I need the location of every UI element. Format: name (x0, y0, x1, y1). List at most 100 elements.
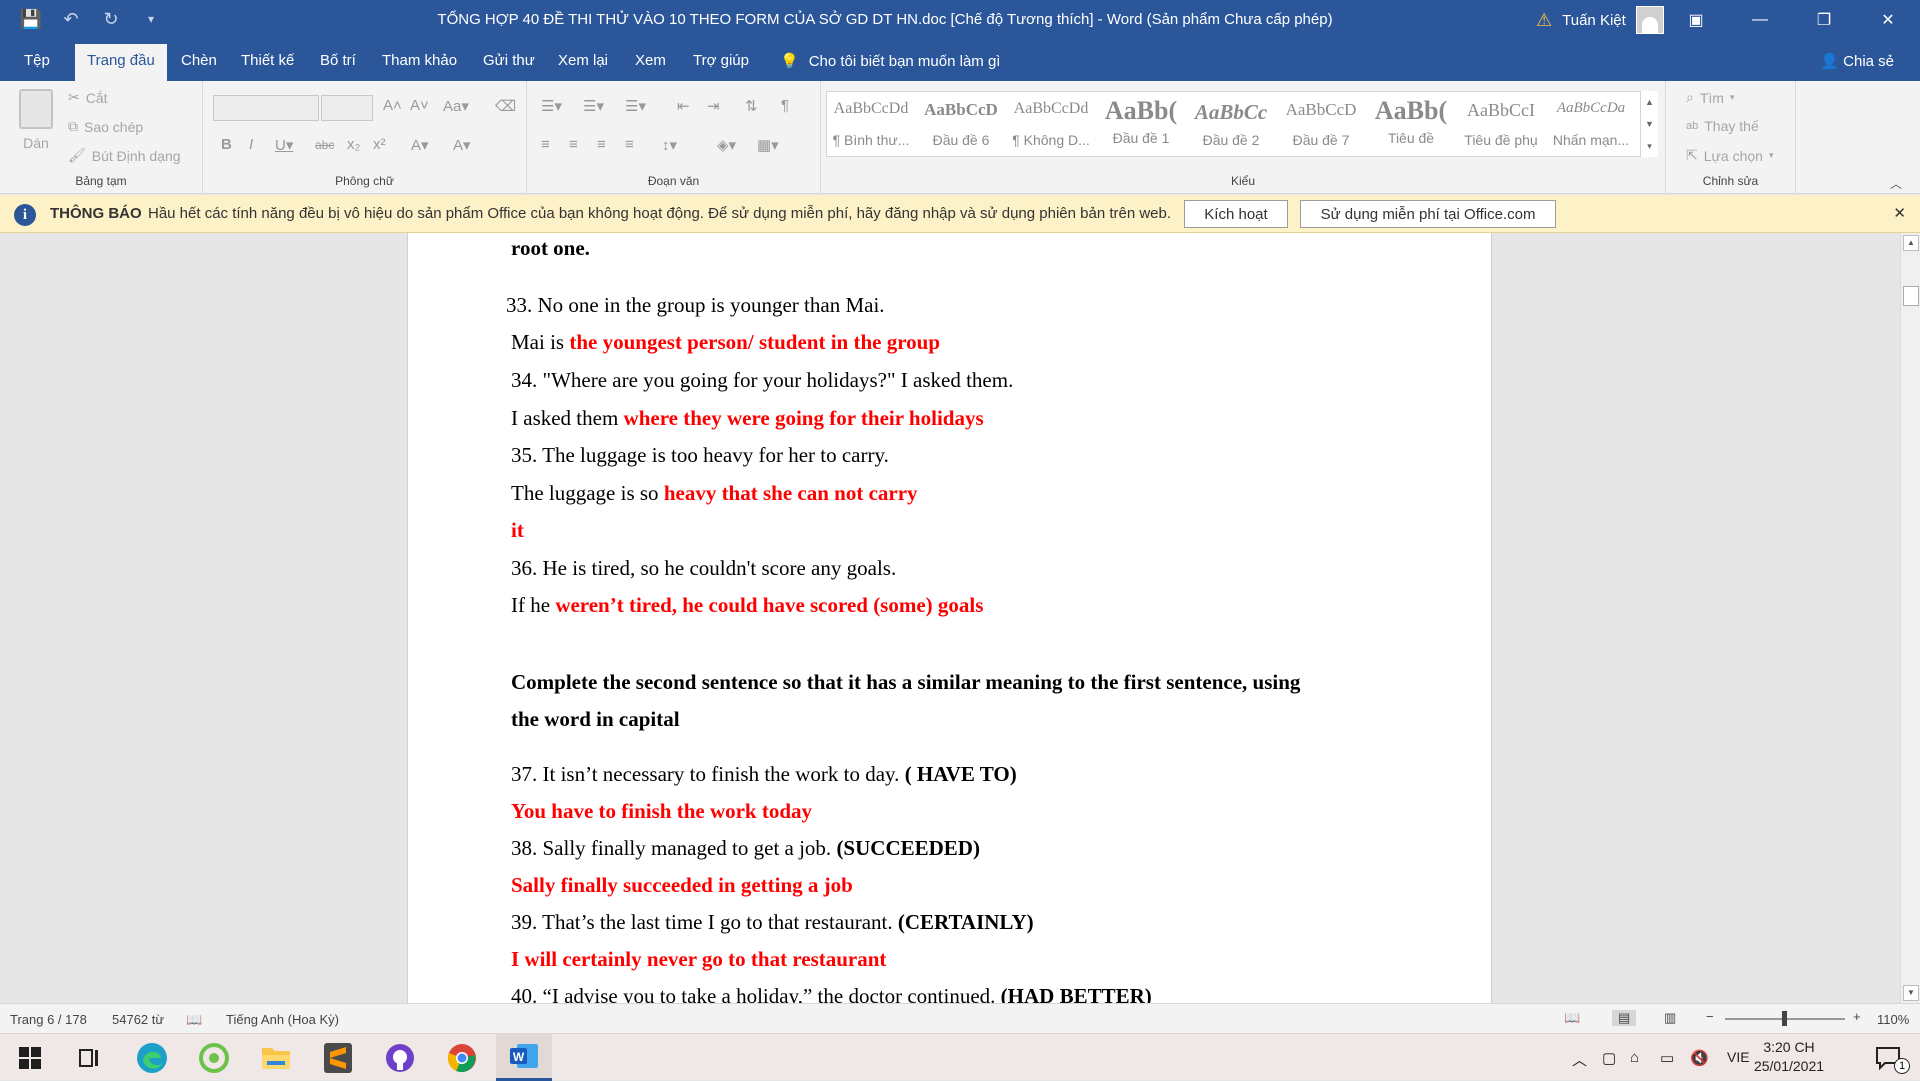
bullets-icon[interactable]: ☰▾ (541, 97, 562, 115)
style-heading-6[interactable]: AaBbCcD Đầu đề 6 (917, 92, 1005, 156)
align-left-icon[interactable]: ≡ (541, 136, 550, 153)
font-name-box[interactable] (213, 95, 319, 121)
read-mode-icon[interactable]: 📖 (1564, 1010, 1580, 1026)
proofing-icon[interactable]: 📖 (186, 1012, 202, 1028)
grow-font-icon[interactable]: A˄ (383, 97, 402, 114)
change-case-icon[interactable]: Aa▾ (443, 97, 469, 115)
github-icon[interactable] (372, 1034, 428, 1081)
tab-insert[interactable]: Chèn (181, 52, 217, 69)
collapse-ribbon-icon[interactable]: ︿ (1890, 175, 1902, 192)
tab-review[interactable]: Xem lại (558, 52, 608, 69)
close-button[interactable]: ✕ (1856, 0, 1920, 40)
align-right-icon[interactable]: ≡ (597, 136, 606, 153)
style-title[interactable]: AaBb(Tiêu đề (1367, 92, 1455, 156)
task-view-icon[interactable] (62, 1034, 118, 1081)
bold-icon[interactable]: B (221, 136, 232, 153)
file-explorer-icon[interactable] (248, 1034, 304, 1081)
tab-design[interactable]: Thiết kế (241, 52, 294, 69)
coccoc-browser-icon[interactable] (186, 1034, 242, 1081)
italic-icon[interactable]: I (249, 136, 253, 153)
superscript-icon[interactable]: x² (373, 136, 386, 153)
tab-layout[interactable]: Bố trí (320, 52, 356, 69)
style-subtitle[interactable]: AaBbCcI Tiêu đề phụ (1457, 92, 1545, 156)
tab-references[interactable]: Tham khảo (382, 52, 457, 69)
restore-button[interactable]: ❐ (1792, 0, 1856, 40)
tab-mailings[interactable]: Gửi thư (483, 52, 535, 69)
format-painter-button[interactable]: 🖌 Bút Định dạng (68, 147, 181, 164)
font-color-icon[interactable]: A▾ (453, 136, 471, 154)
vertical-scrollbar[interactable]: ▲ ▼ (1900, 233, 1920, 1003)
style-heading-1[interactable]: AaBb(Đầu đề 1 (1097, 92, 1185, 156)
style-no-spacing[interactable]: AaBbCcDd ¶ Không D... (1007, 92, 1095, 156)
align-center-icon[interactable]: ≡ (569, 136, 578, 153)
tab-home[interactable]: Trang đầu (75, 44, 167, 81)
battery-icon[interactable]: ▭ (1660, 1049, 1674, 1067)
zoom-out-icon[interactable]: − (1706, 1009, 1714, 1024)
multilevel-list-icon[interactable]: ☰▾ (625, 97, 646, 115)
chevron-up-icon[interactable]: ︿ (1572, 1049, 1587, 1070)
notification-center-icon[interactable]: 1 (1860, 1034, 1916, 1081)
styles-up-icon[interactable]: ▲ (1641, 91, 1658, 113)
line-spacing-icon[interactable]: ↕▾ (662, 136, 677, 154)
user-area[interactable]: ⚠ Tuấn Kiệt (1536, 6, 1664, 34)
input-language[interactable]: VIE (1727, 1049, 1750, 1065)
document-page[interactable]: root one. 33. No one in the group is you… (407, 233, 1492, 1003)
page-indicator[interactable]: Trang 6 / 178 (10, 1012, 87, 1027)
word-count[interactable]: 54762 từ (112, 1012, 164, 1027)
style-heading-7[interactable]: AaBbCcD Đầu đề 7 (1277, 92, 1365, 156)
word-taskbar-icon[interactable]: W (496, 1034, 552, 1081)
tab-file[interactable]: Tệp (24, 52, 50, 69)
print-layout-icon[interactable]: ▤ (1612, 1010, 1637, 1026)
increase-indent-icon[interactable]: ⇥ (707, 97, 720, 115)
underline-icon[interactable]: U▾ (275, 136, 293, 154)
sort-icon[interactable]: ⇅ (745, 97, 758, 115)
cut-button[interactable]: ✂ Cắt (68, 89, 108, 106)
tab-view[interactable]: Xem (635, 52, 666, 69)
strikethrough-icon[interactable]: abc (315, 138, 334, 152)
ribbon-display-options-icon[interactable]: ▣ (1664, 0, 1728, 40)
style-normal[interactable]: AaBbCcDd ¶ Bình thư... (827, 92, 915, 156)
style-emphasis[interactable]: AaBbCcDa Nhấn mạn... (1547, 92, 1635, 156)
replace-button[interactable]: ab Thay thế (1686, 118, 1759, 134)
avatar[interactable] (1635, 6, 1664, 34)
pilcrow-icon[interactable]: ¶ (781, 97, 789, 114)
styles-down-icon[interactable]: ▼ (1641, 113, 1658, 135)
subscript-icon[interactable]: x₂ (347, 136, 360, 153)
zoom-in-icon[interactable]: + (1853, 1009, 1861, 1024)
decrease-indent-icon[interactable]: ⇤ (677, 97, 690, 115)
justify-icon[interactable]: ≡ (625, 136, 634, 153)
copy-button[interactable]: ⧉ Sao chép (68, 118, 143, 135)
minimize-button[interactable]: — (1728, 0, 1792, 40)
language-indicator[interactable]: Tiếng Anh (Hoa Kỳ) (226, 1012, 339, 1027)
numbering-icon[interactable]: ☰▾ (583, 97, 604, 115)
sublime-text-icon[interactable] (310, 1034, 366, 1081)
find-button[interactable]: ⌕ Tìm ▾ (1686, 89, 1734, 106)
close-icon[interactable]: ✕ (1893, 204, 1906, 222)
edge-icon[interactable] (124, 1034, 180, 1081)
styles-more-icon[interactable]: ▾ (1641, 135, 1658, 157)
chrome-icon[interactable] (434, 1034, 490, 1081)
shading-icon[interactable]: ◈▾ (717, 136, 736, 154)
share-button[interactable]: 👤 Chia sẻ (1820, 52, 1894, 70)
text-effects-icon[interactable]: A▾ (411, 136, 429, 154)
meet-now-icon[interactable]: ▢ (1602, 1049, 1616, 1067)
select-button[interactable]: ⇱ Lựa chọn ▾ (1686, 147, 1773, 164)
zoom-level[interactable]: 110% (1877, 1012, 1909, 1027)
paste-button[interactable]: Dán (16, 89, 56, 151)
clock[interactable]: 3:20 CH 25/01/2021 (1748, 1038, 1830, 1076)
font-size-box[interactable] (321, 95, 373, 121)
tab-help[interactable]: Trợ giúp (693, 52, 749, 69)
volume-muted-icon[interactable]: 🔇 (1690, 1049, 1709, 1067)
scroll-down-icon[interactable]: ▼ (1903, 985, 1919, 1001)
network-icon[interactable]: ⌂ (1630, 1049, 1639, 1066)
clear-formatting-icon[interactable]: ⌫ (495, 97, 516, 115)
scroll-thumb[interactable] (1903, 286, 1919, 306)
shrink-font-icon[interactable]: A˅ (410, 97, 429, 114)
activate-button[interactable]: Kích hoạt (1184, 200, 1288, 228)
scroll-up-icon[interactable]: ▲ (1903, 235, 1919, 251)
windows-start-icon[interactable] (2, 1034, 58, 1081)
style-heading-2[interactable]: AaBbCc Đầu đề 2 (1187, 92, 1275, 156)
tell-me-search[interactable]: 💡 Cho tôi biết bạn muốn làm gì (780, 52, 1000, 71)
zoom-slider-knob[interactable] (1782, 1011, 1787, 1026)
web-layout-icon[interactable]: ▥ (1664, 1010, 1676, 1026)
